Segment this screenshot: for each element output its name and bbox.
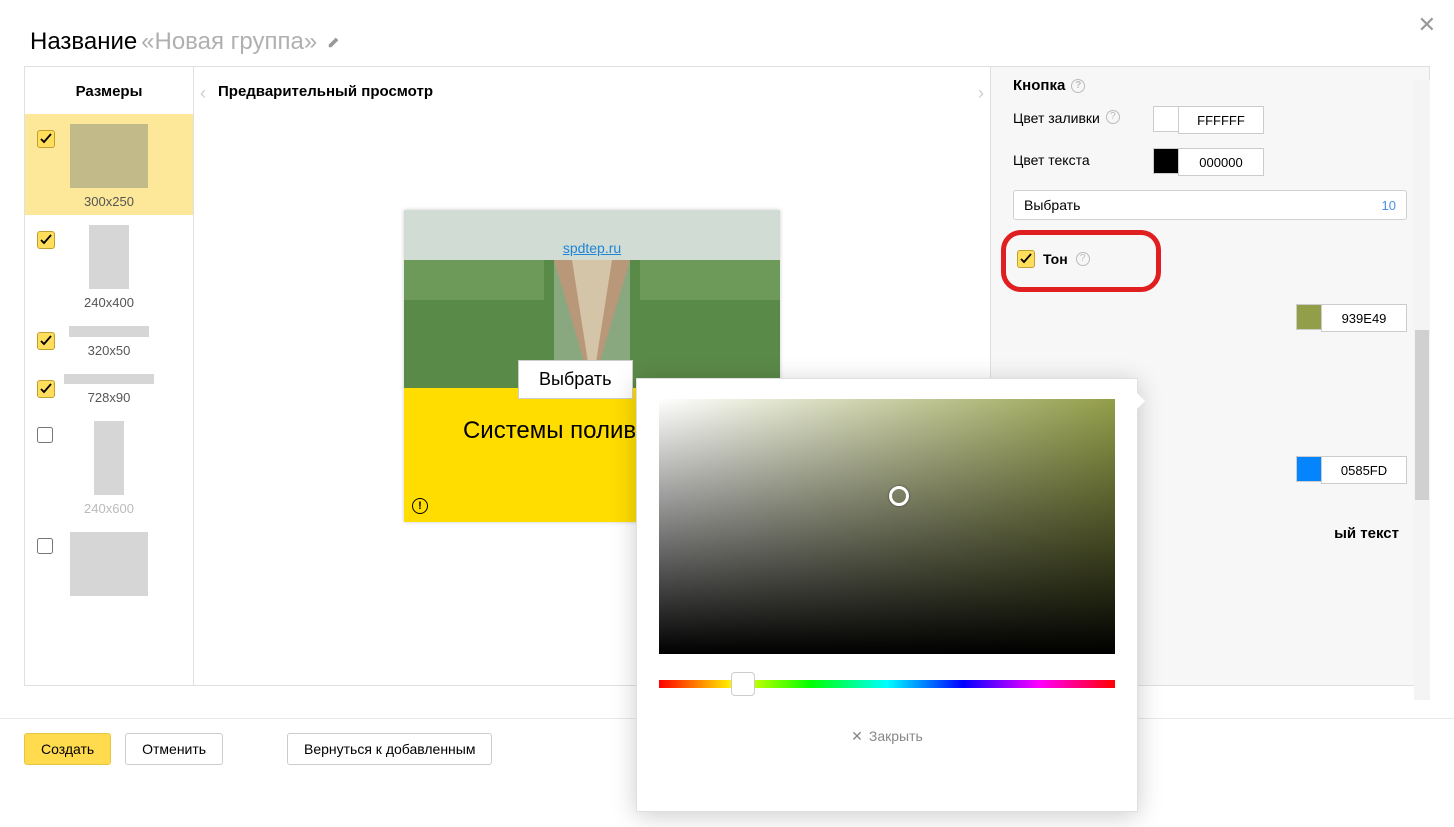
tone-label: Тон <box>1043 251 1068 267</box>
sizes-header: Размеры <box>25 67 193 114</box>
size-thumb <box>94 421 124 495</box>
page-title-label: Название <box>30 28 137 55</box>
size-item[interactable]: 240x600 <box>25 411 193 522</box>
text-color-input[interactable] <box>1178 148 1264 176</box>
button-text-value: Выбрать <box>1024 197 1080 213</box>
color-cursor[interactable] <box>889 486 909 506</box>
size-label: 240x600 <box>84 501 134 516</box>
tone-checkbox[interactable] <box>1017 250 1035 268</box>
text-color-swatch[interactable] <box>1153 148 1179 174</box>
size-checkbox[interactable] <box>37 231 53 247</box>
close-icon[interactable]: ✕ <box>1418 12 1436 38</box>
preview-next-icon[interactable]: › <box>978 83 984 104</box>
ad-warning-icon: ! <box>412 498 428 514</box>
size-checkbox[interactable] <box>37 427 53 443</box>
help-icon[interactable]: ? <box>1071 79 1085 93</box>
page-title-value: «Новая группа» <box>141 28 317 55</box>
size-label: 300x250 <box>84 194 134 209</box>
popup-arrow-icon <box>1137 393 1145 409</box>
size-checkbox[interactable] <box>37 538 53 554</box>
size-label: 240x400 <box>84 295 134 310</box>
ad-cta-button: Выбрать <box>518 360 633 399</box>
link-color-swatch[interactable] <box>1296 456 1322 482</box>
size-label: 320x50 <box>88 343 131 358</box>
help-icon[interactable]: ? <box>1076 252 1090 266</box>
size-item[interactable]: 320x50 <box>25 316 193 364</box>
size-thumb <box>70 124 148 188</box>
tone-color-input[interactable] <box>1321 304 1407 332</box>
hue-thumb[interactable] <box>731 672 755 696</box>
edit-icon[interactable] <box>327 35 341 49</box>
text-color-label: Цвет текста <box>1013 148 1153 168</box>
color-picker: ✕Закрыть <box>636 378 1138 812</box>
size-thumb <box>70 532 148 596</box>
section-partial-text: ый текст <box>1334 525 1399 542</box>
fill-color-swatch[interactable] <box>1153 106 1179 132</box>
section-button-title: Кнопка ? <box>1013 77 1407 94</box>
size-item[interactable]: 300x250 <box>25 114 193 215</box>
size-label: 728x90 <box>88 390 131 405</box>
fill-color-input[interactable] <box>1178 106 1264 134</box>
help-icon[interactable]: ? <box>1106 110 1120 124</box>
tone-color-swatch[interactable] <box>1296 304 1322 330</box>
size-item[interactable]: 728x90 <box>25 364 193 411</box>
preview-title: Предварительный просмотр <box>218 83 433 100</box>
back-button[interactable]: Вернуться к добавленным <box>287 733 493 765</box>
color-field[interactable] <box>659 399 1115 654</box>
size-thumb <box>89 225 129 289</box>
size-checkbox[interactable] <box>37 332 53 348</box>
cancel-button[interactable]: Отменить <box>125 733 223 765</box>
create-button[interactable]: Создать <box>24 733 111 765</box>
size-item[interactable]: 240x400 <box>25 215 193 316</box>
fill-color-label: Цвет заливки ? <box>1013 106 1153 126</box>
size-thumb <box>69 326 149 337</box>
close-icon: ✕ <box>851 728 863 744</box>
size-checkbox[interactable] <box>37 380 53 396</box>
button-text-input[interactable]: Выбрать 10 <box>1013 190 1407 220</box>
sizes-panel: Размеры 300x250 240x400 320x50 728x90 240x60… <box>24 66 194 686</box>
link-color-input[interactable] <box>1321 456 1407 484</box>
button-text-count: 10 <box>1382 198 1396 213</box>
preview-prev-icon[interactable]: ‹ <box>200 83 206 104</box>
size-thumb <box>64 374 154 384</box>
colorpicker-close-button[interactable]: ✕Закрыть <box>659 728 1115 745</box>
hue-slider[interactable] <box>659 680 1115 688</box>
ad-domain: spdtep.ru <box>563 240 621 256</box>
scrollbar[interactable] <box>1414 80 1430 700</box>
size-checkbox[interactable] <box>37 130 53 146</box>
size-item[interactable] <box>25 522 193 608</box>
